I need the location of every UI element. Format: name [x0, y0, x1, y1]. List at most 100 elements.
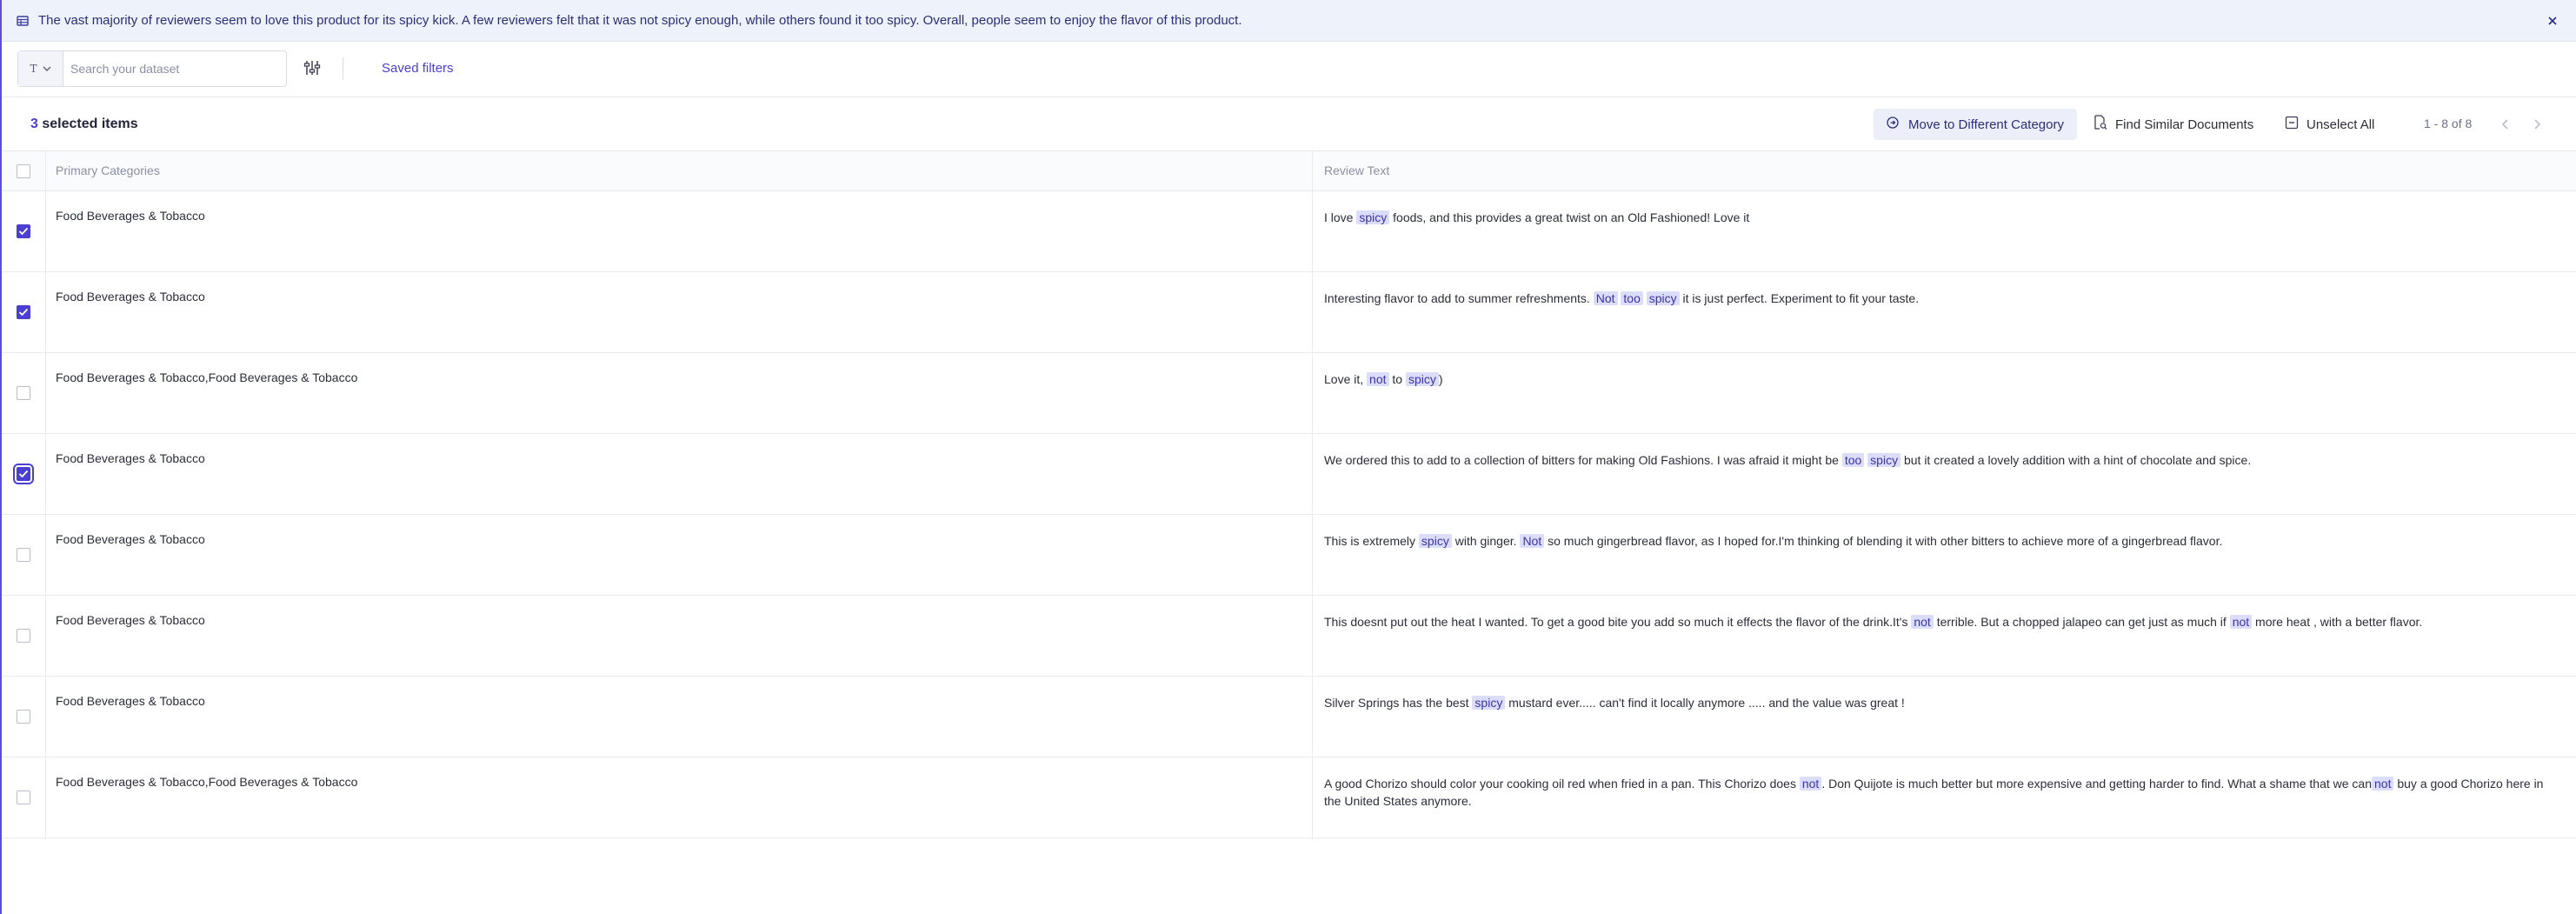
category-cell: Food Beverages & Tobacco,Food Beverages …	[56, 370, 358, 384]
category-cell: Food Beverages & Tobacco	[56, 209, 205, 223]
selection-bar: 3 selected items Move to Different Categ…	[2, 97, 2576, 151]
column-divider	[45, 151, 46, 840]
keyword-highlight: spicy	[1867, 453, 1901, 467]
table-row[interactable]: Food Beverages & Tobacco,Food Beverages …	[2, 353, 2576, 434]
table-row[interactable]: Food Beverages & Tobacco I love spicy foo…	[2, 191, 2576, 272]
keyword-highlight: Not	[1593, 291, 1618, 305]
checkmark-icon	[18, 227, 29, 236]
saved-filters-link[interactable]: Saved filters	[382, 61, 454, 76]
review-text-cell: Interesting flavor to add to summer refr…	[1324, 290, 2559, 307]
keyword-highlight: Not	[1520, 534, 1545, 548]
text-segment: . Don Quijote is much better but more ex…	[1821, 777, 2372, 791]
text-segment: Love it,	[1324, 372, 1368, 386]
row-checkbox[interactable]	[17, 305, 30, 319]
keyword-highlight: too	[1621, 291, 1643, 305]
search-box: T	[17, 50, 287, 87]
category-cell: Food Beverages & Tobacco	[56, 613, 205, 627]
move-icon	[1886, 116, 1900, 134]
text-segment: I love	[1324, 210, 1357, 224]
table-row[interactable]: Food Beverages & Tobacco Interesting flav…	[2, 272, 2576, 353]
text-segment: mustard ever..... can't find it locally …	[1505, 696, 1905, 710]
app-frame: The vast majority of reviewers seem to l…	[0, 0, 2576, 914]
select-all-checkbox[interactable]	[17, 164, 30, 178]
keyword-highlight: not	[2229, 615, 2253, 629]
row-checkbox[interactable]	[13, 464, 34, 484]
review-text-cell: This doesnt put out the heat I wanted. T…	[1324, 613, 2559, 630]
keyword-highlight: not	[1367, 372, 1389, 386]
header-primary-categories: Primary Categories	[56, 163, 160, 177]
category-cell: Food Beverages & Tobacco	[56, 694, 205, 708]
table-row[interactable]: Food Beverages & Tobacco This doesnt put …	[2, 596, 2576, 677]
review-text-cell: We ordered this to add to a collection o…	[1324, 451, 2559, 469]
review-text-cell: Love it, not to spicy)	[1324, 370, 2559, 388]
type-label: T	[30, 63, 37, 75]
text-segment: Silver Springs has the best	[1324, 696, 1473, 710]
text-segment: )	[1438, 372, 1443, 386]
keyword-highlight: not	[2372, 777, 2394, 791]
chevron-right-icon[interactable]	[2528, 115, 2546, 134]
text-segment: more heat , with a better flavor.	[2252, 615, 2423, 629]
text-segment: A good Chorizo should color your cooking…	[1324, 777, 1800, 791]
move-category-button[interactable]: Move to Different Category	[1874, 109, 2077, 140]
unselect-all-label: Unselect All	[2306, 117, 2375, 132]
table-row[interactable]: Food Beverages & Tobacco,Food Beverages …	[2, 757, 2576, 838]
row-checkbox[interactable]	[17, 224, 30, 238]
review-text-cell: This is extremely spicy with ginger. Not…	[1324, 532, 2559, 550]
document-search-icon	[2093, 114, 2107, 135]
sliders-icon[interactable]	[303, 59, 325, 78]
selected-count-number: 3	[30, 117, 38, 131]
row-checkbox[interactable]	[17, 386, 30, 400]
close-icon[interactable]	[2540, 12, 2565, 30]
row-checkbox[interactable]	[17, 791, 30, 804]
category-cell: Food Beverages & Tobacco	[56, 290, 205, 304]
row-checkbox[interactable]	[17, 548, 30, 562]
selected-count-label: selected items	[37, 117, 138, 131]
keyword-highlight: not	[1911, 615, 1934, 629]
row-checkbox[interactable]	[17, 629, 30, 643]
text-segment: This doesnt put out the heat I wanted. T…	[1324, 615, 1912, 629]
keyword-highlight: spicy	[1472, 696, 1506, 710]
category-cell: Food Beverages & Tobacco,Food Beverages …	[56, 775, 358, 789]
search-type-select[interactable]: T	[18, 51, 63, 86]
chevron-down-icon	[43, 61, 51, 77]
text-segment: This is extremely	[1324, 534, 1419, 548]
text-segment: to	[1388, 372, 1406, 386]
review-text-cell: A good Chorizo should color your cooking…	[1324, 775, 2559, 810]
text-segment: foods, and this provides a great twist o…	[1389, 210, 1750, 224]
table-icon	[16, 14, 30, 28]
table-row[interactable]: Food Beverages & Tobacco We ordered this …	[2, 434, 2576, 515]
chevron-left-icon[interactable]	[2497, 115, 2514, 134]
keyword-highlight: spicy	[1356, 210, 1390, 224]
review-text-cell: Silver Springs has the best spicy mustar…	[1324, 694, 2559, 711]
category-cell: Food Beverages & Tobacco	[56, 451, 205, 465]
unselect-all-button[interactable]: Unselect All	[2285, 109, 2374, 140]
keyword-highlight: too	[1841, 453, 1865, 467]
move-category-label: Move to Different Category	[1908, 117, 2064, 132]
table-row[interactable]: Food Beverages & Tobacco Silver Springs h…	[2, 677, 2576, 757]
text-segment: We ordered this to add to a collection o…	[1324, 453, 1842, 467]
review-text-cell: I love spicy foods, and this provides a …	[1324, 209, 2559, 226]
keyword-highlight: spicy	[1405, 372, 1439, 386]
header-review-text: Review Text	[1324, 163, 1390, 177]
selected-count: 3 selected items	[30, 117, 138, 132]
checkmark-icon	[18, 470, 29, 478]
text-segment: Interesting flavor to add to summer refr…	[1324, 291, 1594, 305]
keyword-highlight: not	[1799, 777, 1822, 791]
text-segment: but it created a lovely addition with a …	[1900, 453, 2252, 467]
find-similar-label: Find Similar Documents	[2115, 117, 2254, 132]
minus-square-icon	[2285, 116, 2299, 134]
text-segment: it is just perfect. Experiment to fit yo…	[1679, 291, 1920, 305]
category-cell: Food Beverages & Tobacco	[56, 532, 205, 546]
search-toolbar: T Saved filters	[2, 42, 2576, 97]
find-similar-button[interactable]: Find Similar Documents	[2093, 109, 2253, 140]
summary-banner: The vast majority of reviewers seem to l…	[2, 0, 2576, 42]
text-segment: so much gingerbread flavor, as I hoped f…	[1544, 534, 2223, 548]
table-row[interactable]: Food Beverages & Tobacco This is extremel…	[2, 515, 2576, 596]
checkmark-icon	[18, 308, 29, 317]
pagination-info: 1 - 8 of 8	[2424, 117, 2473, 130]
row-checkbox[interactable]	[17, 710, 30, 724]
text-segment: with ginger.	[1451, 534, 1521, 548]
search-input[interactable]	[70, 51, 279, 86]
keyword-highlight: spicy	[1418, 534, 1452, 548]
text-segment: terrible. But a chopped jalapeo can get …	[1933, 615, 2230, 629]
